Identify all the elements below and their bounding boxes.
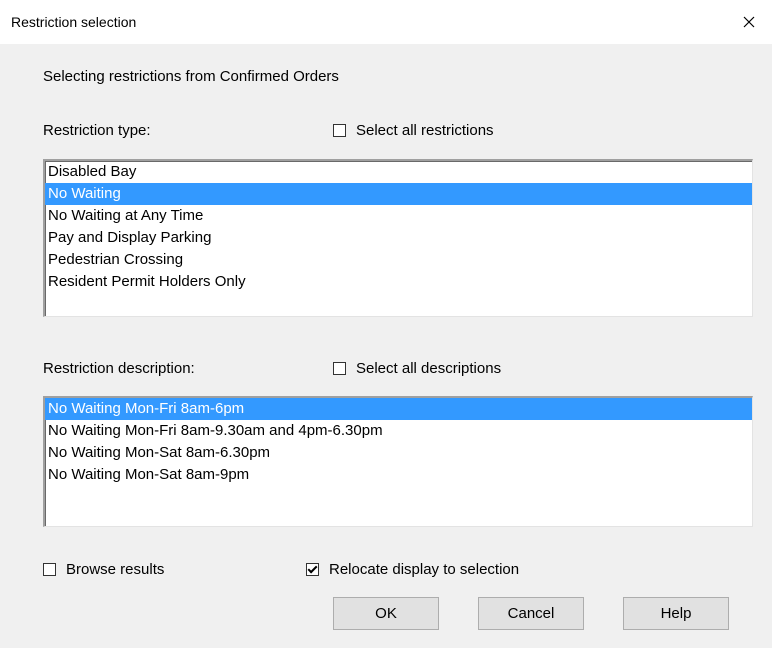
intro-text: Selecting restrictions from Confirmed Or… [43,68,339,85]
browse-results-label: Browse results [66,561,165,578]
select-all-restrictions-label: Select all restrictions [356,122,494,139]
close-icon [743,16,755,28]
relocate-display-checkbox[interactable]: Relocate display to selection [306,561,519,578]
title-bar: Restriction selection [0,0,772,44]
help-button[interactable]: Help [623,597,729,630]
checkbox-box [333,124,346,137]
browse-results-checkbox[interactable]: Browse results [43,561,164,578]
select-all-descriptions-label: Select all descriptions [356,360,502,377]
restriction-type-list[interactable]: Disabled Bay No Waiting No Waiting at Any … [43,159,753,317]
list-item[interactable]: Resident Permit Holders Only [45,271,752,293]
list-item[interactable]: No Waiting [45,183,752,205]
list-item[interactable]: Pay and Display Parking [45,227,752,249]
close-button[interactable] [726,0,772,44]
list-item[interactable]: No Waiting Mon-Fri 8am-6pm [45,398,752,420]
restriction-description-list[interactable]: No Waiting Mon-Fri 8am-6pm No Waiting Mon… [43,396,753,527]
restriction-type-label: Restriction type: [43,122,151,139]
select-all-restrictions-checkbox[interactable]: Select all restrictions [333,122,494,139]
list-item[interactable]: No Waiting Mon-Fri 8am-9.30am and 4pm-6.… [45,420,752,442]
checkbox-box [333,362,346,375]
list-item[interactable]: No Waiting at Any Time [45,205,752,227]
restriction-description-label: Restriction description: [43,360,195,377]
list-item[interactable]: Disabled Bay [45,161,752,183]
window-title: Restriction selection [11,14,137,30]
checkbox-box [306,563,319,576]
checkbox-box [43,563,56,576]
ok-button[interactable]: OK [333,597,439,630]
restriction-selection-dialog: Restriction selection Selecting restrict… [0,0,772,648]
select-all-descriptions-checkbox[interactable]: Select all descriptions [333,360,501,377]
cancel-button[interactable]: Cancel [478,597,584,630]
relocate-display-label: Relocate display to selection [329,561,520,578]
list-item[interactable]: Pedestrian Crossing [45,249,752,271]
list-item[interactable]: No Waiting Mon-Sat 8am-6.30pm [45,442,752,464]
list-item[interactable]: No Waiting Mon-Sat 8am-9pm [45,464,752,486]
